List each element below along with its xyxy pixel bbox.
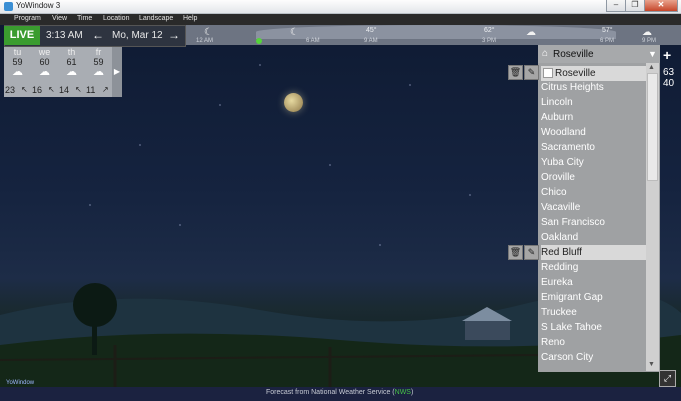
- forecast-day[interactable]: we 60 ☁ 16 ↖: [31, 47, 59, 97]
- wind-arrow-icon: ↗: [102, 85, 109, 94]
- forecast-day-label: we: [38, 47, 51, 57]
- forecast-source-suffix: ): [410, 389, 414, 396]
- forecast-day[interactable]: th 61 ☁ 14 ↖: [58, 47, 86, 97]
- timeline-label: 12 AM: [196, 38, 214, 44]
- current-date: Mo, Mar 12: [112, 30, 163, 41]
- city-item[interactable]: Sacramento: [541, 140, 646, 155]
- side-temp-high: 63: [663, 67, 675, 78]
- timeline-label: 9 PM: [642, 38, 657, 44]
- city-item[interactable]: Woodland: [541, 125, 646, 140]
- city-item[interactable]: Eureka: [541, 275, 646, 290]
- city-item[interactable]: Auburn: [541, 110, 646, 125]
- footer: Forecast from National Weather Service (…: [0, 387, 681, 401]
- timeline-label: 3 PM: [482, 38, 497, 44]
- city-item[interactable]: Lincoln: [541, 95, 646, 110]
- city-item[interactable]: Oroville: [541, 170, 646, 185]
- forecast-day-label: th: [67, 47, 76, 57]
- forecast-day-label: fr: [95, 47, 102, 57]
- close-button[interactable]: ✕: [644, 0, 678, 12]
- title-bar: YoWindow 3 – ❐ ✕: [0, 0, 681, 14]
- city-selector[interactable]: ⌂ Roseville ▼: [538, 45, 660, 63]
- forecast-low: 11: [86, 85, 96, 95]
- city-item[interactable]: Carson City: [541, 350, 646, 365]
- current-time-marker[interactable]: [256, 38, 262, 44]
- menu-bar: Program View Time Location Landscape Hel…: [0, 14, 681, 25]
- forecast-source: Forecast from National Weather Service (…: [266, 389, 413, 396]
- timeline-temp: 57°: [602, 27, 613, 34]
- wind-arrow-icon: ↖: [48, 85, 55, 94]
- timeline-temp: 45°: [366, 27, 377, 34]
- edit-icon[interactable]: ✎: [524, 65, 539, 80]
- rain-cloud-icon: ☁: [39, 66, 50, 78]
- city-list-scrollbar[interactable]: ▲ ▼: [646, 63, 659, 371]
- wind-arrow-icon: ↖: [21, 85, 28, 94]
- current-time: 3:13 AM: [46, 30, 83, 41]
- city-item[interactable]: Chico: [541, 185, 646, 200]
- rain-cloud-icon: ☁: [642, 27, 652, 38]
- city-item[interactable]: Vacaville: [541, 200, 646, 215]
- radio-icon: [543, 68, 553, 79]
- forecast-day-label: tu: [13, 47, 22, 57]
- rain-cloud-icon: ☁: [12, 66, 23, 78]
- city-item[interactable]: San Francisco: [541, 215, 646, 230]
- timeline-label: 6 AM: [306, 38, 320, 44]
- scroll-thumb[interactable]: [647, 73, 658, 181]
- forecast-day[interactable]: fr 59 ☁ 11 ↗: [85, 47, 113, 97]
- menu-help[interactable]: Help: [183, 15, 197, 22]
- app-icon: [4, 2, 13, 11]
- daylight-curve: [256, 25, 616, 39]
- scroll-up-icon[interactable]: ▲: [648, 64, 655, 71]
- forecast-next-icon[interactable]: ▶: [112, 47, 122, 97]
- forecast-day[interactable]: tu 59 ☁ 23 ↖: [4, 47, 32, 97]
- menu-program[interactable]: Program: [14, 15, 41, 22]
- dropdown-icon[interactable]: ▼: [648, 49, 657, 59]
- nws-link[interactable]: NWS: [395, 389, 411, 396]
- timeline-label: 6 PM: [600, 38, 615, 44]
- menu-landscape[interactable]: Landscape: [139, 15, 173, 22]
- city-item-red-bluff[interactable]: Red Bluff: [541, 245, 646, 260]
- home-icon: ⌂: [542, 48, 549, 59]
- brand-logo: YoWindow: [6, 380, 35, 386]
- menu-view[interactable]: View: [52, 15, 67, 22]
- cloud-icon: ☁: [526, 27, 536, 38]
- forecast-source-text: Forecast from National Weather Service (: [266, 389, 395, 396]
- menu-time[interactable]: Time: [77, 15, 92, 22]
- trash-icon[interactable]: 🗑: [508, 65, 523, 80]
- city-item-roseville[interactable]: Roseville: [541, 66, 646, 81]
- city-item[interactable]: Yuba City: [541, 155, 646, 170]
- cloud-icon: ☁: [93, 66, 104, 78]
- side-temp-low: 40: [663, 78, 675, 89]
- moon-cloud-icon: ☾: [290, 27, 299, 38]
- menu-location[interactable]: Location: [103, 15, 129, 22]
- timeline-label: 9 AM: [364, 38, 378, 44]
- timeline-temp: 62°: [484, 27, 495, 34]
- cloud-icon: ☁: [66, 66, 77, 78]
- city-item[interactable]: Emigrant Gap: [541, 290, 646, 305]
- city-item[interactable]: Citrus Heights: [541, 80, 646, 95]
- edit-icon[interactable]: ✎: [524, 245, 539, 260]
- city-label: Roseville: [555, 68, 596, 79]
- live-button[interactable]: LIVE: [4, 26, 40, 45]
- trash-icon[interactable]: 🗑: [508, 245, 523, 260]
- moon-icon: ☾: [204, 27, 213, 38]
- forecast-low: 16: [32, 85, 43, 95]
- city-item[interactable]: Truckee: [541, 305, 646, 320]
- city-item[interactable]: S Lake Tahoe: [541, 320, 646, 335]
- add-city-icon[interactable]: +: [663, 47, 671, 63]
- forecast-low: 14: [59, 85, 70, 95]
- fullscreen-icon[interactable]: ⤢: [659, 370, 676, 387]
- forecast-low: 23: [5, 85, 16, 95]
- scroll-down-icon[interactable]: ▼: [648, 361, 655, 368]
- back-arrow-icon[interactable]: ←: [92, 28, 104, 42]
- moon: [284, 93, 303, 112]
- city-item[interactable]: Reno: [541, 335, 646, 350]
- city-item[interactable]: Redding: [541, 260, 646, 275]
- maximize-button[interactable]: ❐: [625, 0, 645, 12]
- forward-arrow-icon[interactable]: →: [168, 28, 180, 42]
- wind-arrow-icon: ↖: [75, 85, 82, 94]
- window-title: YoWindow 3: [16, 1, 61, 10]
- city-item[interactable]: Oakland: [541, 230, 646, 245]
- minimize-button[interactable]: –: [606, 0, 626, 12]
- current-city: Roseville: [553, 49, 594, 60]
